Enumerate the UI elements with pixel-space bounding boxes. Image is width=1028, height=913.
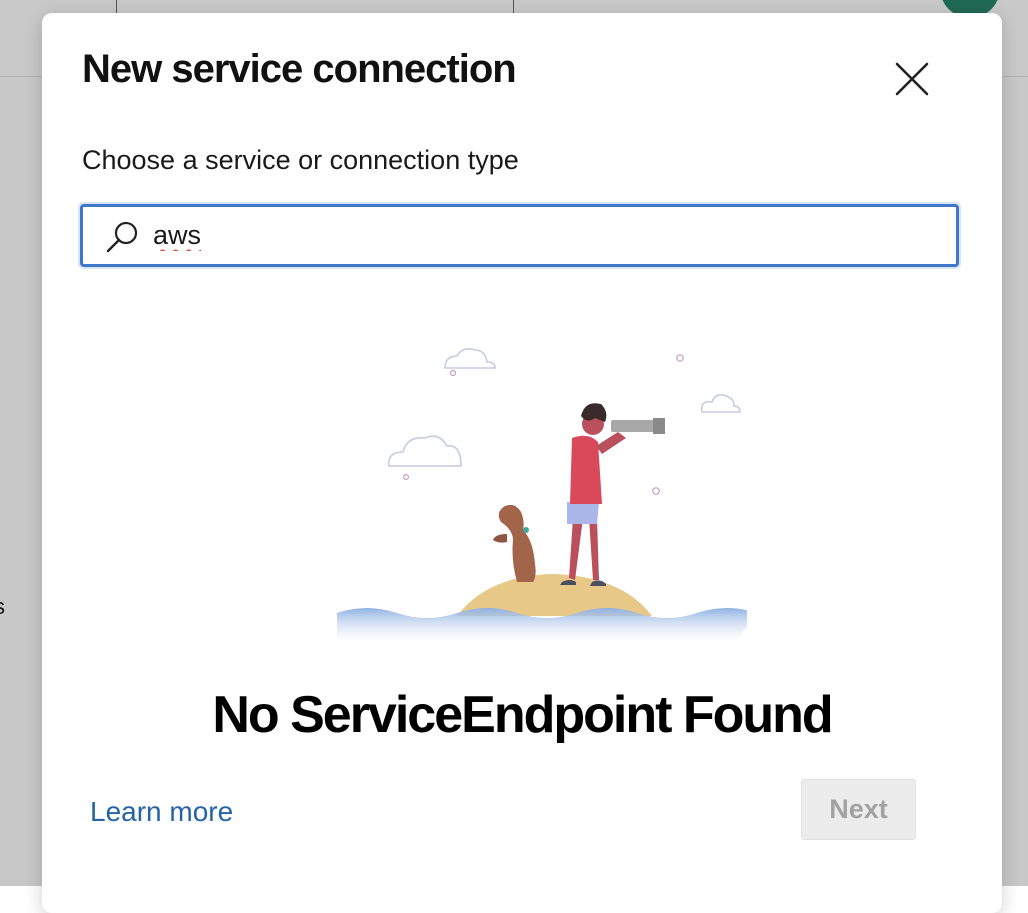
search-input[interactable] (153, 215, 933, 255)
background-text-fragment: s (0, 594, 5, 620)
close-button[interactable] (890, 57, 934, 101)
dialog-title: New service connection (82, 47, 517, 91)
empty-state-message: No ServiceEndpoint Found (212, 686, 833, 744)
close-icon (895, 62, 929, 96)
connection-type-label: Choose a service or connection type (82, 145, 519, 175)
empty-state-illustration (337, 348, 747, 640)
background-divider (513, 0, 514, 14)
background-divider (116, 0, 117, 14)
search-icon (106, 221, 138, 253)
new-service-connection-dialog: New service connection Choose a service … (42, 13, 1002, 913)
learn-more-link[interactable]: Learn more (90, 796, 233, 828)
next-button[interactable]: Next (801, 779, 916, 840)
search-box[interactable] (80, 204, 959, 267)
